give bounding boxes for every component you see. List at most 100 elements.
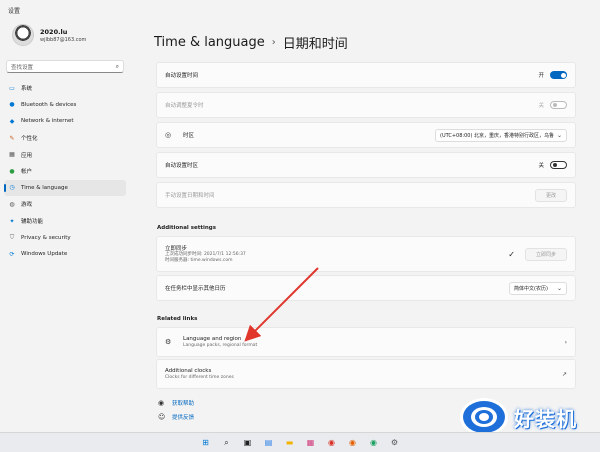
sidebar-item-label: Bluetooth & devices: [21, 101, 77, 108]
sidebar-item-label: Windows Update: [21, 251, 68, 258]
calendar-select[interactable]: 简体中文(农历) ⌄: [509, 281, 567, 295]
sidebar-item-apps[interactable]: ▦ 应用: [4, 146, 126, 163]
sidebar-item-windows-update[interactable]: ⟳ Windows Update: [4, 246, 126, 263]
auto-dst-row: 自动调整夏令时 关: [156, 92, 576, 118]
file-explorer-icon[interactable]: ▬: [284, 437, 295, 448]
sidebar-item-gaming[interactable]: ◍ 游戏: [4, 196, 126, 213]
auto-time-state: 开: [538, 73, 544, 79]
globe-icon: ◎: [165, 131, 172, 139]
sync-label: 立即同步: [165, 246, 188, 252]
settings-icon[interactable]: ⚙: [389, 437, 400, 448]
monitor-icon: ▭: [9, 84, 15, 92]
search-input[interactable]: 查找设置 ⌕: [6, 60, 124, 73]
check-icon: ✓: [508, 249, 515, 259]
sidebar-item-network[interactable]: ◆ Network & internet: [4, 113, 126, 130]
feedback-label: 提供反馈: [172, 415, 195, 421]
sidebar-item-bluetooth[interactable]: ● Bluetooth & devices: [4, 97, 126, 114]
auto-dst-label: 自动调整夏令时: [165, 103, 204, 109]
language-region-subtitle: Language packs, regional format: [183, 343, 258, 348]
search-placeholder: 查找设置: [11, 64, 34, 71]
sidebar-item-label: Privacy & security: [21, 234, 71, 241]
sidebar-item-label: Time & language: [21, 184, 68, 191]
start-icon[interactable]: ⊞: [200, 437, 211, 448]
sidebar-item-label: 应用: [21, 152, 33, 159]
get-help-label: 获取帮助: [172, 401, 195, 407]
related-links-title: Related links: [157, 316, 198, 322]
task-view-icon[interactable]: ▣: [242, 437, 253, 448]
chrome-icon[interactable]: ◉: [326, 437, 337, 448]
change-button[interactable]: 更改: [534, 188, 567, 202]
search-icon[interactable]: ⌕: [221, 437, 232, 448]
watermark: 好装机: [460, 398, 577, 436]
brush-icon: ✎: [9, 134, 15, 142]
chevron-down-icon: ⌄: [556, 131, 562, 139]
timezone-select[interactable]: (UTC+08:00) 北京，重庆，香港特别行政区，乌鲁木齐 ⌄: [435, 128, 567, 142]
gamepad-icon: ◍: [9, 200, 15, 208]
auto-timezone-label: 自动设置时区: [165, 163, 199, 169]
update-icon: ⟳: [9, 250, 15, 258]
language-region-title: Language and region: [183, 336, 242, 342]
user-profile[interactable]: 2020.lu wjlbb87@163.com: [12, 24, 86, 46]
page-title: Time & language › 日期和时间: [154, 33, 348, 52]
manual-time-row: 手动设置日期和时间 更改: [156, 182, 576, 208]
sidebar-item-label: 帐户: [21, 169, 33, 176]
widgets-icon[interactable]: ▤: [263, 437, 274, 448]
breadcrumb-separator: ›: [271, 37, 276, 48]
sidebar-item-system[interactable]: ▭ 系统: [4, 80, 126, 97]
auto-timezone-toggle[interactable]: [550, 161, 567, 169]
taskbar: ⊞ ⌕ ▣ ▤ ▬ ▦ ◉ ◉ ◉ ⚙: [0, 432, 600, 452]
timezone-label: 时区: [183, 133, 195, 139]
sidebar-item-label: 游戏: [21, 202, 33, 209]
shield-icon: ⛉: [9, 233, 15, 241]
get-help-link[interactable]: ◉ 获取帮助: [158, 399, 194, 407]
breadcrumb-parent[interactable]: Time & language: [154, 35, 265, 50]
sync-row: 立即同步 上次成功同步时间: 2021/7/1 12:56:37 时间服务器: …: [156, 236, 576, 272]
edge-icon[interactable]: ◉: [368, 437, 379, 448]
feedback-link[interactable]: ☺ 提供反馈: [158, 413, 194, 421]
sidebar-item-label: 系统: [21, 86, 33, 93]
timezone-row: ◎ 时区 (UTC+08:00) 北京，重庆，香港特别行政区，乌鲁木齐 ⌄: [156, 122, 576, 148]
search-icon[interactable]: ⌕: [116, 63, 119, 71]
sidebar-nav: ▭ 系统 ● Bluetooth & devices ◆ Network & i…: [4, 80, 126, 263]
globe-clock-icon: ◷: [9, 184, 15, 192]
timezone-value: (UTC+08:00) 北京，重庆，香港特别行政区，乌鲁木齐: [440, 132, 554, 139]
store-icon[interactable]: ▦: [305, 437, 316, 448]
language-region-link[interactable]: ⚙ Language and region Language packs, re…: [156, 327, 576, 357]
additional-clocks-title: Additional clocks: [165, 368, 212, 374]
auto-timezone-state: 关: [538, 163, 544, 169]
profile-email: wjlbb87@163.com: [40, 36, 87, 43]
person-icon: ●: [9, 167, 15, 175]
accessibility-icon: ✦: [9, 217, 15, 225]
sync-now-button[interactable]: 立即同步: [524, 247, 567, 261]
sidebar-item-accessibility[interactable]: ✦ 辅助功能: [4, 213, 126, 230]
firefox-icon[interactable]: ◉: [347, 437, 358, 448]
sync-server: 时间服务器: time.windows.com: [165, 258, 233, 263]
sidebar-item-label: 个性化: [21, 136, 38, 143]
additional-clocks-subtitle: Clocks for different time zones: [165, 375, 234, 380]
breadcrumb-current: 日期和时间: [282, 37, 348, 52]
calendar-value: 简体中文(农历): [514, 285, 548, 292]
watermark-logo: [460, 398, 508, 436]
auto-time-toggle[interactable]: [550, 71, 567, 79]
auto-dst-toggle[interactable]: [550, 101, 567, 109]
calendar-row: 在任务栏中显示其他日历 简体中文(农历) ⌄: [156, 275, 576, 301]
feedback-icon: ☺: [158, 413, 166, 421]
calendar-label: 在任务栏中显示其他日历: [165, 286, 226, 292]
external-link-icon: ↗: [561, 370, 567, 378]
profile-name: 2020.lu: [40, 27, 68, 36]
bluetooth-icon: ●: [9, 101, 15, 109]
sidebar-item-accounts[interactable]: ● 帐户: [4, 163, 126, 180]
help-icon: ◉: [158, 399, 165, 407]
auto-dst-state: 关: [538, 103, 544, 109]
sidebar-item-personalization[interactable]: ✎ 个性化: [4, 130, 126, 147]
sidebar-item-label: 辅助功能: [21, 219, 44, 226]
wifi-icon: ◆: [9, 117, 15, 125]
sidebar-item-time-language[interactable]: ◷ Time & language: [4, 179, 126, 197]
additional-clocks-link[interactable]: Additional clocks Clocks for different t…: [156, 359, 576, 389]
chevron-right-icon: ›: [564, 338, 567, 346]
manual-time-label: 手动设置日期和时间: [165, 193, 215, 199]
watermark-text: 好装机: [514, 406, 577, 431]
sidebar-item-privacy[interactable]: ⛉ Privacy & security: [4, 229, 126, 246]
settings-window: 设置 2020.lu wjlbb87@163.com 查找设置 ⌕ ▭ 系统 ●…: [0, 0, 600, 436]
auto-time-label: 自动设置时间: [165, 73, 199, 79]
